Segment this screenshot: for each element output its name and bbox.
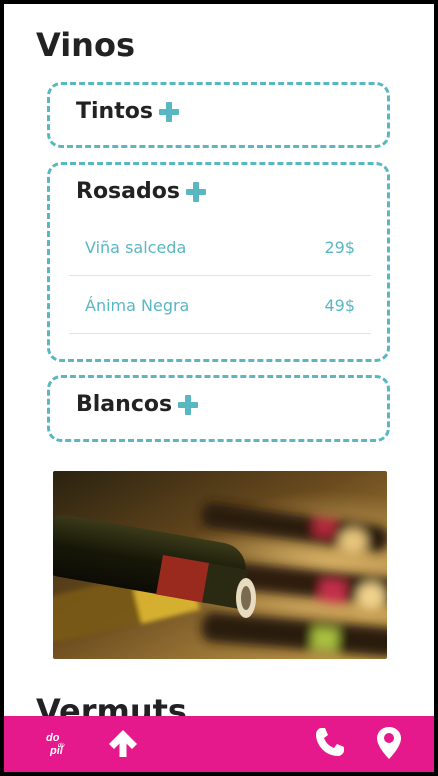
plus-icon[interactable] xyxy=(178,394,199,415)
app-frame: Vinos Tintos Rosados Viña salceda 29$ Án… xyxy=(4,4,434,772)
category-title: Rosados xyxy=(76,179,180,204)
arrow-up-icon xyxy=(109,730,137,757)
category-header-tintos[interactable]: Tintos xyxy=(76,99,179,124)
list-item[interactable]: Ánima Negra 49$ xyxy=(69,277,371,334)
list-item[interactable]: Viña salceda 29$ xyxy=(69,219,371,276)
phone-icon xyxy=(316,728,344,756)
section-title-vinos: Vinos xyxy=(36,26,135,64)
category-card-blancos[interactable]: Blancos xyxy=(47,375,390,442)
category-header-rosados[interactable]: Rosados xyxy=(76,179,206,204)
item-price: 29$ xyxy=(324,237,355,257)
category-title: Blancos xyxy=(76,392,173,417)
call-button[interactable] xyxy=(313,725,347,759)
wine-bottles-photo xyxy=(53,471,387,659)
plus-icon[interactable] xyxy=(158,101,179,122)
category-title: Tintos xyxy=(76,99,153,124)
category-card-rosados: Rosados Viña salceda 29$ Ánima Negra 49$ xyxy=(47,162,390,362)
category-card-tintos[interactable]: Tintos xyxy=(47,82,390,148)
scroll-top-button[interactable] xyxy=(106,726,140,760)
logo[interactable]: do de pil xyxy=(44,730,76,757)
category-header-blancos[interactable]: Blancos xyxy=(76,392,199,417)
item-price: 49$ xyxy=(324,295,355,315)
bottom-bar: do de pil xyxy=(4,716,434,772)
item-name: Viña salceda xyxy=(85,237,187,257)
plus-icon[interactable] xyxy=(185,181,206,202)
map-pin-icon xyxy=(377,727,401,759)
logo-text-bottom: pil xyxy=(49,745,64,756)
item-name: Ánima Negra xyxy=(85,295,190,315)
location-button[interactable] xyxy=(374,725,404,761)
